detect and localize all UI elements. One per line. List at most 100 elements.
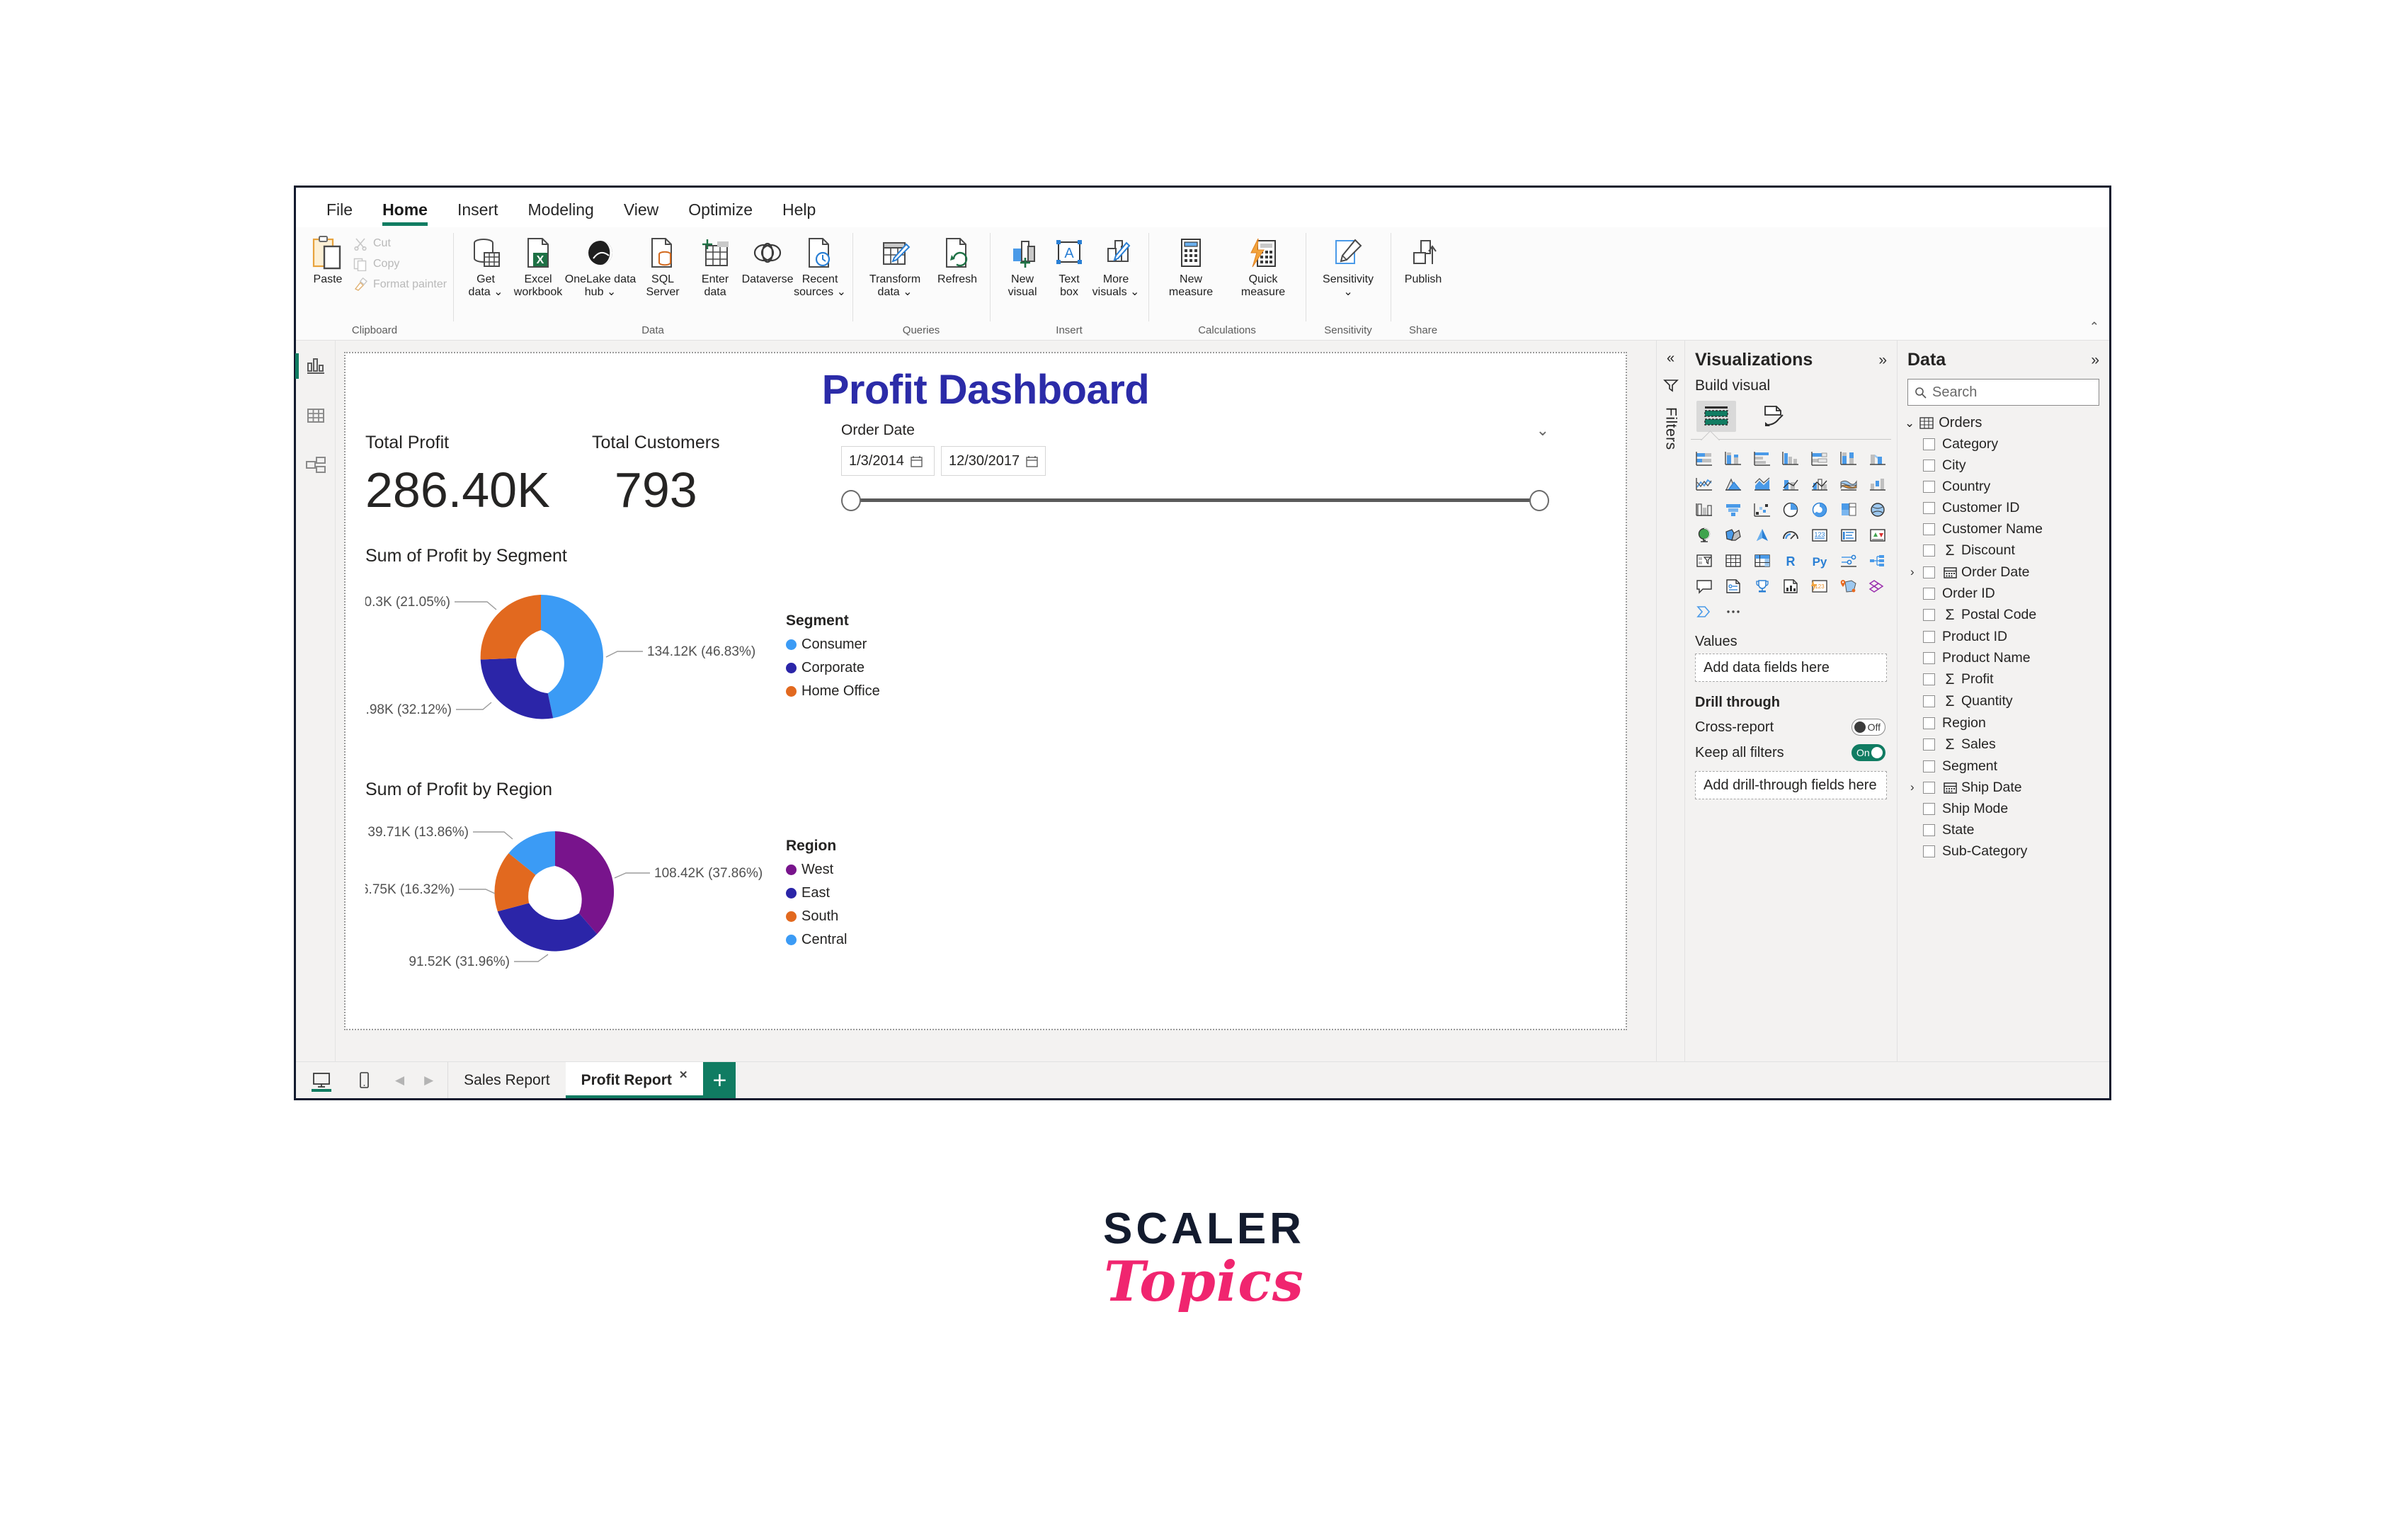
data-field-state[interactable]: State	[1898, 819, 2109, 840]
viz-waterfall-icon[interactable]	[1691, 499, 1718, 520]
text-box-button[interactable]: A Text box	[1049, 232, 1090, 299]
field-checkbox[interactable]	[1923, 802, 1935, 815]
data-field-order-date[interactable]: › Order Date	[1898, 561, 2109, 583]
viz-more-options-icon[interactable]	[1720, 601, 1747, 622]
scroll-tabs-left-button[interactable]: ◀	[394, 1073, 406, 1088]
chart-profit-by-region[interactable]: Sum of Profit by Region 108.42K (37.86%)…	[353, 780, 960, 988]
field-checkbox[interactable]	[1923, 695, 1935, 707]
viz-line-and-stacked-column-chart-icon[interactable]	[1777, 474, 1805, 495]
recent-sources-button[interactable]: Recent sources ⌄	[794, 232, 846, 299]
viz-stacked-bar-chart-icon[interactable]	[1691, 448, 1718, 469]
slider-handle-end[interactable]	[1529, 490, 1549, 511]
field-checkbox[interactable]	[1923, 566, 1935, 578]
data-field-product-name[interactable]: Product Name	[1898, 647, 2109, 668]
data-field-ship-date[interactable]: › Ship Date	[1898, 777, 2109, 798]
slider-handle-start[interactable]	[841, 490, 861, 511]
model-view-button[interactable]	[302, 452, 330, 478]
viz-clustered-bar-chart-icon[interactable]	[1748, 448, 1776, 469]
viz-slicer-icon[interactable]	[1691, 550, 1718, 571]
chevron-right-icon[interactable]: ›	[1910, 565, 1923, 579]
ribbon-collapse-button[interactable]: ⌃	[2089, 320, 2099, 334]
field-checkbox[interactable]	[1923, 651, 1935, 664]
ribbon-tab-view[interactable]: View	[609, 200, 673, 227]
data-field-sub-category[interactable]: Sub-Category	[1898, 840, 2109, 862]
legend-item-home-office[interactable]: Home Office	[786, 683, 880, 700]
viz-treemap-icon[interactable]	[1835, 499, 1863, 520]
field-checkbox[interactable]	[1923, 760, 1935, 772]
data-field-segment[interactable]: Segment	[1898, 755, 2109, 777]
viz-line-and-clustered-column-chart-icon[interactable]	[1806, 474, 1834, 495]
data-field-city[interactable]: City	[1898, 455, 2109, 476]
viz-kpi-icon[interactable]	[1864, 525, 1891, 546]
data-field-product-id[interactable]: Product ID	[1898, 626, 2109, 647]
viz-stacked-column-chart-icon[interactable]	[1720, 448, 1747, 469]
viz-pie-chart-icon[interactable]	[1777, 499, 1805, 520]
field-checkbox[interactable]	[1923, 823, 1935, 836]
report-page[interactable]: Profit Dashboard Total Profit 286.40K To…	[344, 352, 1627, 1030]
paste-button[interactable]: Paste	[302, 232, 353, 286]
viz-area-chart-icon[interactable]	[1720, 474, 1747, 495]
viz-map-icon[interactable]	[1864, 499, 1891, 520]
field-checkbox[interactable]	[1923, 609, 1935, 621]
copy-button[interactable]: Copy	[353, 257, 447, 271]
slicer-start-date-input[interactable]: 1/3/2014	[841, 446, 935, 476]
chevron-down-icon[interactable]: ⌄	[1905, 416, 1915, 430]
ribbon-tab-help[interactable]: Help	[768, 200, 831, 227]
kpi-total-profit[interactable]: Total Profit 286.40K	[365, 433, 550, 518]
cross-report-toggle[interactable]: Off	[1851, 719, 1885, 736]
report-view-button[interactable]	[295, 353, 330, 379]
onelake-data-hub-button[interactable]: OneLake data hub ⌄	[564, 232, 637, 299]
ribbon-tab-insert[interactable]: Insert	[443, 200, 513, 227]
values-dropzone[interactable]: Add data fields here	[1695, 654, 1887, 682]
field-checkbox[interactable]	[1923, 544, 1935, 557]
format-painter-button[interactable]: Format painter	[353, 278, 447, 292]
add-page-button[interactable]: +	[703, 1062, 736, 1098]
viz-azure-map-icon[interactable]	[1748, 525, 1776, 546]
viz-multi-row-card-icon[interactable]	[1835, 525, 1863, 546]
drill-through-dropzone[interactable]: Add drill-through fields here	[1695, 771, 1887, 799]
data-field-profit[interactable]: Σ Profit	[1898, 668, 2109, 690]
field-checkbox[interactable]	[1923, 845, 1935, 857]
data-field-quantity[interactable]: Σ Quantity	[1898, 690, 2109, 712]
viz-waterfall-chart-icon[interactable]	[1864, 474, 1891, 495]
close-icon[interactable]: ✕	[679, 1068, 688, 1081]
donut-segment[interactable]: 134.12K (46.83%) 91.98K (32.12%) 60.3K (…	[350, 571, 762, 748]
viz-python-script-icon[interactable]: Py	[1806, 550, 1834, 571]
transform-data-button[interactable]: Transform data ⌄	[859, 232, 931, 299]
data-table-orders[interactable]: ⌄ Orders	[1898, 413, 2109, 433]
new-measure-button[interactable]: New measure	[1155, 232, 1227, 299]
data-field-country[interactable]: Country	[1898, 476, 2109, 497]
field-checkbox[interactable]	[1923, 738, 1935, 751]
data-field-customer-name[interactable]: Customer Name	[1898, 518, 2109, 540]
viz-100-stacked-bar-chart-icon[interactable]	[1806, 448, 1834, 469]
ribbon-tab-optimize[interactable]: Optimize	[673, 200, 768, 227]
publish-button[interactable]: Publish	[1397, 232, 1449, 286]
enter-data-button[interactable]: Enter data	[689, 232, 741, 299]
field-checkbox[interactable]	[1923, 459, 1935, 472]
field-checkbox[interactable]	[1923, 501, 1935, 514]
chevron-down-icon[interactable]: ⌄	[1536, 421, 1549, 440]
viz-donut-chart-icon[interactable]	[1806, 499, 1834, 520]
cross-report-row[interactable]: Cross-report Off	[1685, 714, 1897, 740]
build-visual-tab[interactable]	[1696, 401, 1736, 432]
more-visuals-button[interactable]: More visuals ⌄	[1090, 232, 1142, 299]
collapse-visualizations-button[interactable]: »	[1878, 352, 1887, 369]
field-checkbox[interactable]	[1923, 673, 1935, 685]
viz-gauge-icon[interactable]	[1777, 525, 1805, 546]
legend-item-east[interactable]: East	[786, 885, 847, 901]
viz-matrix-icon[interactable]	[1748, 550, 1776, 571]
cut-button[interactable]: Cut	[353, 236, 447, 251]
data-field-category[interactable]: Category	[1898, 433, 2109, 455]
data-field-order-id[interactable]: Order ID	[1898, 583, 2109, 604]
viz-ribbon-chart-icon[interactable]	[1864, 448, 1891, 469]
viz-power-automate-icon[interactable]	[1691, 601, 1718, 622]
quick-measure-button[interactable]: Quick measure	[1227, 232, 1299, 299]
data-field-ship-mode[interactable]: Ship Mode	[1898, 798, 2109, 819]
legend-item-corporate[interactable]: Corporate	[786, 660, 880, 676]
slicer-end-date-input[interactable]: 12/30/2017	[941, 446, 1046, 476]
get-data-button[interactable]: Get data ⌄	[460, 232, 512, 299]
viz-table-icon[interactable]	[1720, 550, 1747, 571]
legend-item-south[interactable]: South	[786, 908, 847, 925]
viz-clustered-column-chart-icon[interactable]	[1777, 448, 1805, 469]
data-field-region[interactable]: Region	[1898, 712, 2109, 734]
